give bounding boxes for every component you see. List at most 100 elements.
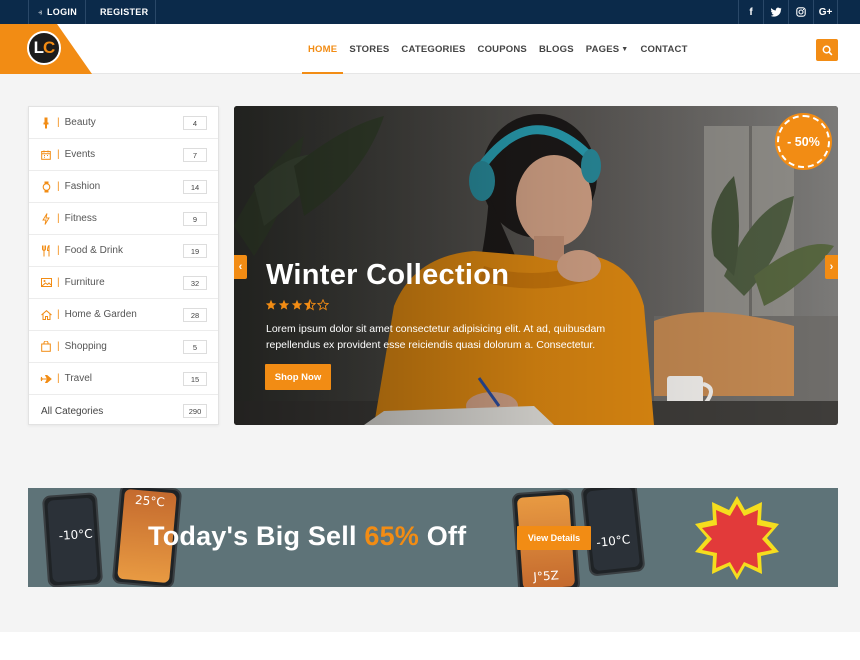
nav-contact[interactable]: CONTACT [634,24,693,74]
chevron-left-icon: ‹ [238,261,243,273]
category-count: 28 [183,308,207,322]
nav-stores[interactable]: STORES [343,24,395,74]
category-count: 4 [183,116,207,130]
separator: | [57,309,60,320]
watch-icon [40,181,52,193]
star-half-icon [304,299,316,311]
category-item-food-drink[interactable]: | Food & Drink 19 [29,235,218,267]
instagram-icon[interactable] [788,0,813,24]
chevron-down-icon: ▼ [621,45,629,53]
star-empty-icon [317,299,329,311]
home-icon [40,309,52,321]
twitter-icon[interactable] [763,0,788,24]
utensils-icon [40,244,52,257]
top-bar: LOGIN REGISTER f G+ [0,0,860,24]
main-nav: HOME STORES CATEGORIES COUPONS BLOGS PAG… [302,24,694,74]
slider-next-button[interactable]: › [825,255,838,279]
login-link[interactable]: LOGIN [28,0,86,24]
category-item-fashion[interactable]: | Fashion 14 [29,171,218,203]
category-label: Fitness [64,213,97,224]
category-count: 32 [183,276,207,290]
nav-coupons[interactable]: COUPONS [472,24,533,74]
nav-categories[interactable]: CATEGORIES [395,24,471,74]
register-link[interactable]: REGISTER [85,0,156,24]
category-count: 290 [183,404,207,418]
category-count: 14 [183,180,207,194]
phone-temperature: -10°C [58,526,94,543]
nav-blogs[interactable]: BLOGS [533,24,580,74]
slider-prev-button[interactable]: ‹ [234,255,247,279]
shopping-bag-icon [40,341,52,353]
site-header: LC HOME STORES CATEGORIES COUPONS BLOGS … [0,24,860,74]
separator: | [57,149,60,160]
category-label: Home & Garden [64,309,137,320]
discount-badge: - 50% [777,115,830,168]
category-count: 7 [183,148,207,162]
category-label: Shopping [64,341,107,352]
category-item-home-garden[interactable]: | Home & Garden 28 [29,299,218,331]
separator: | [57,117,60,128]
star-full-icon [265,299,277,310]
all-categories-label: All Categories [41,405,104,417]
nav-home[interactable]: HOME [302,24,344,74]
category-label: Food & Drink [64,245,123,256]
plane-icon [40,373,52,385]
category-count: 15 [183,372,207,386]
login-label: LOGIN [47,7,77,17]
phone-image: -10°C [41,492,104,587]
separator: | [57,277,60,288]
login-icon [38,10,42,14]
phone-temperature: J°5Z [532,568,560,584]
phone-screen [585,488,641,572]
footer-strip [0,632,860,660]
google-plus-icon[interactable]: G+ [813,0,838,24]
search-button[interactable] [816,39,838,61]
category-label: Events [64,149,96,160]
banner-text-after: Off [419,521,467,551]
separator: | [57,181,60,192]
facebook-icon[interactable]: f [738,0,763,24]
category-item-shopping[interactable]: | Shopping 5 [29,331,218,363]
category-item-travel[interactable]: | Travel 15 [29,363,218,395]
hero-description: Lorem ipsum dolor sit amet consectetur a… [266,323,606,351]
calendar-icon [40,149,52,161]
nav-pages[interactable]: PAGES ▼ [580,24,635,74]
promo-banner[interactable]: -10°C 25°C J°5Z -10°C Today's Big Sell 6… [28,488,838,587]
separator: | [57,373,60,384]
logo-letter-l: L [33,38,44,57]
banner-headline: Today's Big Sell 65% Off [148,521,466,552]
view-details-button[interactable]: View Details [517,526,591,550]
category-count: 19 [183,244,207,258]
lightning-icon [40,212,52,225]
shop-now-button[interactable]: Shop Now [265,364,331,390]
rating-stars [265,299,329,311]
star-full-icon [278,299,290,310]
category-sidebar: | Beauty 4 | Events 7 | Fashion 14 | Fit… [28,106,219,425]
starburst-sticker [695,496,779,580]
category-label: Travel [64,373,93,384]
lipstick-icon [40,117,52,129]
image-icon [40,277,52,289]
register-label: REGISTER [100,7,149,17]
category-item-events[interactable]: | Events 7 [29,139,218,171]
separator: | [57,213,60,224]
logo-letter-c: C [43,38,55,57]
category-label: Furniture [64,277,105,288]
category-item-fitness[interactable]: | Fitness 9 [29,203,218,235]
star-full-icon [291,299,303,310]
hero-title: Winter Collection [266,259,510,291]
category-count: 5 [183,340,207,354]
banner-text-before: Today's Big Sell [148,521,365,551]
category-item-furniture[interactable]: | Furniture 32 [29,267,218,299]
category-count: 9 [183,212,207,226]
hero-slider: ‹ › - 50% Winter Collection Lorem ipsum … [234,106,838,425]
category-label: Beauty [64,117,96,128]
category-item-all[interactable]: All Categories 290 [29,395,218,427]
banner-highlight: 65% [364,521,420,551]
separator: | [57,245,60,256]
nav-pages-label: PAGES [585,43,620,55]
logo[interactable]: LC [27,31,61,65]
category-label: Fashion [64,181,101,192]
search-icon [822,45,832,55]
category-item-beauty[interactable]: | Beauty 4 [29,107,218,139]
